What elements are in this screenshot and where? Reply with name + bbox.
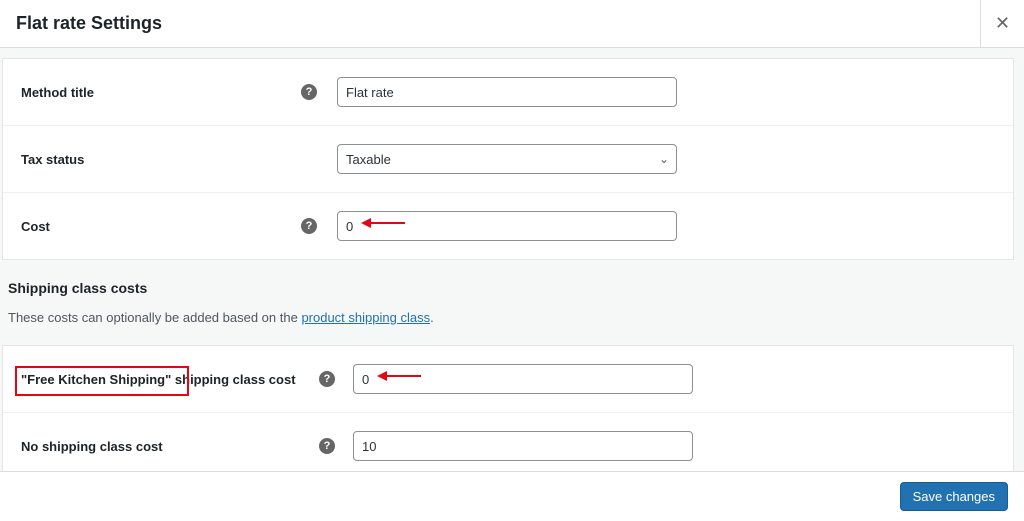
page-title: Flat rate Settings — [16, 13, 162, 34]
save-button[interactable]: Save changes — [900, 482, 1008, 511]
help-icon[interactable]: ? — [301, 218, 317, 234]
modal-footer: Save changes — [0, 471, 1024, 521]
cost-label: Cost — [21, 219, 301, 234]
cost-input[interactable] — [337, 211, 677, 241]
close-icon: ✕ — [995, 13, 1010, 34]
settings-modal: Flat rate Settings ✕ Method title ? Tax … — [0, 0, 1024, 521]
shipping-class-description: These costs can optionally be added base… — [8, 310, 1016, 325]
shipping-class-heading-block: Shipping class costs These costs can opt… — [0, 260, 1024, 335]
tax-status-row: Tax status Taxable ⌄ — [3, 126, 1013, 193]
no-shipping-class-row: No shipping class cost ? — [3, 413, 1013, 471]
no-shipping-class-label: No shipping class cost — [21, 439, 301, 454]
method-title-input[interactable] — [337, 77, 677, 107]
close-button[interactable]: ✕ — [980, 0, 1024, 48]
modal-header: Flat rate Settings ✕ — [0, 0, 1024, 48]
help-icon[interactable]: ? — [319, 438, 335, 454]
shipping-class-heading: Shipping class costs — [8, 280, 1016, 296]
general-settings-section: Method title ? Tax status Taxable ⌄ — [2, 58, 1014, 260]
method-title-row: Method title ? — [3, 59, 1013, 126]
help-icon[interactable]: ? — [301, 84, 317, 100]
free-kitchen-label: "Free Kitchen Shipping" shipping class c… — [21, 372, 301, 387]
shipping-class-costs-section: "Free Kitchen Shipping" shipping class c… — [2, 345, 1014, 471]
tax-status-select[interactable]: Taxable — [337, 144, 677, 174]
cost-row: Cost ? — [3, 193, 1013, 259]
product-shipping-class-link[interactable]: product shipping class — [301, 310, 430, 325]
highlight-annotation — [15, 366, 189, 396]
modal-content: Method title ? Tax status Taxable ⌄ — [0, 48, 1024, 471]
no-shipping-class-cost-input[interactable] — [353, 431, 693, 461]
free-kitchen-cost-input[interactable] — [353, 364, 693, 394]
method-title-label: Method title — [21, 85, 301, 100]
help-icon[interactable]: ? — [319, 371, 335, 387]
free-kitchen-row: "Free Kitchen Shipping" shipping class c… — [3, 346, 1013, 413]
tax-status-label: Tax status — [21, 152, 301, 167]
